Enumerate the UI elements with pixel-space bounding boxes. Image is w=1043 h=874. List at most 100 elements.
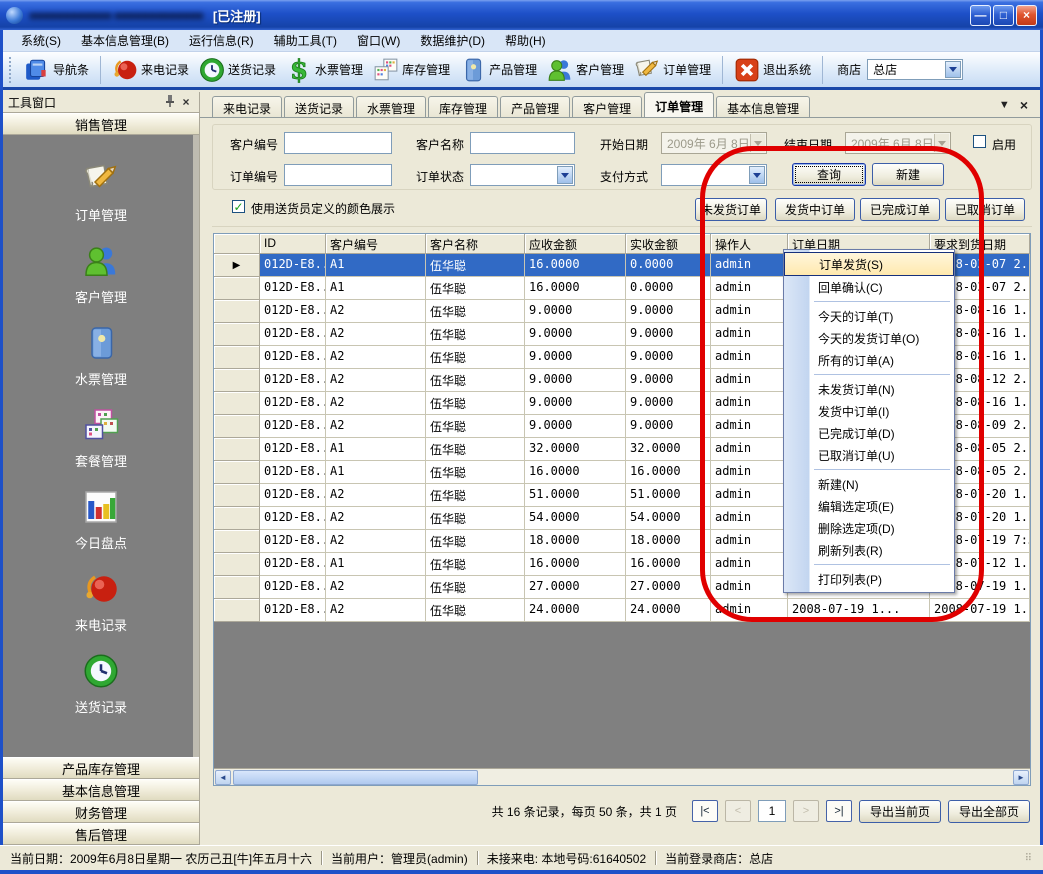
- row-selector[interactable]: [214, 461, 260, 484]
- end-date-picker[interactable]: 2009年 6月 8日: [845, 132, 951, 154]
- customer-name-input[interactable]: [470, 132, 575, 154]
- grid-column-header[interactable]: 实收金额: [626, 234, 711, 254]
- menubar-item[interactable]: 系统(S): [11, 29, 71, 52]
- resize-grip-icon[interactable]: ⠿: [1025, 853, 1033, 864]
- sidebar-item-combo[interactable]: 套餐管理: [75, 407, 127, 470]
- toolbar-button-inventory[interactable]: 库存管理: [368, 55, 455, 85]
- export-all-pages-button[interactable]: 导出全部页: [948, 800, 1030, 823]
- toolbar-button-exit[interactable]: 退出系统: [729, 55, 816, 85]
- row-selector-current[interactable]: ▶: [214, 254, 260, 277]
- context-menu-item[interactable]: 回单确认(C): [784, 276, 954, 298]
- grid-column-header[interactable]: 客户名称: [426, 234, 525, 254]
- start-date-picker[interactable]: 2009年 6月 8日: [661, 132, 767, 154]
- horizontal-scrollbar[interactable]: ◄ ►: [214, 768, 1030, 785]
- context-menu-item[interactable]: 未发货订单(N): [784, 378, 954, 400]
- menubar-item[interactable]: 辅助工具(T): [264, 29, 347, 52]
- row-selector[interactable]: [214, 369, 260, 392]
- scrollbar-thumb[interactable]: [233, 770, 478, 785]
- context-menu-item[interactable]: 今天的发货订单(O): [784, 327, 954, 349]
- minimize-button[interactable]: —: [970, 5, 991, 26]
- tab-3[interactable]: 水票管理: [356, 96, 426, 117]
- tab-2[interactable]: 送货记录: [284, 96, 354, 117]
- sidebar-item-orders[interactable]: 订单管理: [75, 161, 127, 224]
- context-menu-item[interactable]: 已取消订单(U): [784, 444, 954, 466]
- first-page-button[interactable]: |<: [692, 800, 718, 822]
- toolbar-button-product[interactable]: 产品管理: [455, 55, 542, 85]
- context-menu-item[interactable]: 删除选定项(D): [784, 517, 954, 539]
- toolbar-button-customers[interactable]: 客户管理: [542, 55, 629, 85]
- row-selector[interactable]: [214, 484, 260, 507]
- grid-column-header[interactable]: 客户编号: [326, 234, 426, 254]
- row-selector[interactable]: [214, 323, 260, 346]
- customer-no-input[interactable]: [284, 132, 392, 154]
- status-filter-button-2[interactable]: 发货中订单: [775, 198, 855, 221]
- row-selector[interactable]: [214, 576, 260, 599]
- toolbar-button-clock[interactable]: 送货记录: [194, 55, 281, 85]
- tab-1[interactable]: 来电记录: [212, 96, 282, 117]
- order-status-select[interactable]: [470, 164, 575, 186]
- query-button[interactable]: 查询: [792, 163, 866, 186]
- row-selector[interactable]: [214, 300, 260, 323]
- tab-8[interactable]: 基本信息管理: [716, 96, 810, 117]
- new-button[interactable]: 新建: [872, 163, 944, 186]
- context-menu-item[interactable]: 刷新列表(R): [784, 539, 954, 561]
- tab-dropdown-icon[interactable]: ▼: [999, 99, 1010, 111]
- row-selector[interactable]: [214, 599, 260, 622]
- pin-icon[interactable]: [162, 94, 178, 111]
- row-selector[interactable]: [214, 507, 260, 530]
- tab-close-icon[interactable]: ×: [1020, 97, 1028, 113]
- toolbar-button-bell[interactable]: 来电记录: [107, 55, 194, 85]
- sidebar-group-bar[interactable]: 售后管理: [3, 823, 199, 845]
- sidebar-item-product[interactable]: 水票管理: [75, 325, 127, 388]
- next-page-button[interactable]: >: [793, 800, 819, 822]
- row-selector[interactable]: [214, 392, 260, 415]
- tab-5[interactable]: 产品管理: [500, 96, 570, 117]
- grid-column-header[interactable]: 操作人: [711, 234, 788, 254]
- sidebar-group-bar[interactable]: 财务管理: [3, 801, 199, 823]
- grid-column-header[interactable]: 应收金额: [525, 234, 626, 254]
- export-current-page-button[interactable]: 导出当前页: [859, 800, 941, 823]
- grid-column-header[interactable]: ID: [260, 234, 326, 254]
- menubar-item[interactable]: 基本信息管理(B): [71, 29, 179, 52]
- chevron-down-icon[interactable]: [945, 61, 961, 78]
- sidebar-item-chart[interactable]: 今日盘点: [75, 489, 127, 552]
- row-selector[interactable]: [214, 530, 260, 553]
- payment-select[interactable]: [661, 164, 767, 186]
- toolbar-button-navbar[interactable]: 导航条: [19, 55, 94, 85]
- toolbar-button-orders[interactable]: 订单管理: [629, 55, 716, 85]
- status-filter-button-1[interactable]: 未发货订单: [695, 198, 767, 221]
- page-number-input[interactable]: [758, 800, 786, 822]
- sidebar-group-sales[interactable]: 销售管理: [3, 113, 199, 135]
- scroll-right-icon[interactable]: ►: [1013, 770, 1029, 785]
- row-selector[interactable]: [214, 277, 260, 300]
- menubar-item[interactable]: 窗口(W): [347, 29, 410, 52]
- sidebar-close-icon[interactable]: ×: [178, 95, 194, 109]
- tab-6[interactable]: 客户管理: [572, 96, 642, 117]
- toolbar-button-dollar[interactable]: $水票管理: [281, 55, 368, 85]
- enable-checkbox[interactable]: [973, 135, 986, 148]
- maximize-button[interactable]: □: [993, 5, 1014, 26]
- row-selector[interactable]: [214, 415, 260, 438]
- sidebar-group-bar[interactable]: 基本信息管理: [3, 779, 199, 801]
- tab-7[interactable]: 订单管理: [644, 92, 714, 117]
- sidebar-item-customers[interactable]: 客户管理: [75, 243, 127, 306]
- context-menu-item[interactable]: 今天的订单(T): [784, 305, 954, 327]
- prev-page-button[interactable]: <: [725, 800, 751, 822]
- table-row[interactable]: 012D-E8...A2伍华聪24.000024.0000admin2008-0…: [214, 599, 1030, 622]
- scroll-left-icon[interactable]: ◄: [215, 770, 231, 785]
- last-page-button[interactable]: >|: [826, 800, 852, 822]
- tab-4[interactable]: 库存管理: [428, 96, 498, 117]
- menubar-item[interactable]: 数据维护(D): [410, 29, 495, 52]
- row-selector[interactable]: [214, 346, 260, 369]
- context-menu-item[interactable]: 已完成订单(D): [784, 422, 954, 444]
- row-selector[interactable]: [214, 553, 260, 576]
- menubar-item[interactable]: 运行信息(R): [179, 29, 264, 52]
- status-filter-button-4[interactable]: 已取消订单: [945, 198, 1025, 221]
- context-menu-item[interactable]: 发货中订单(I): [784, 400, 954, 422]
- context-menu-item[interactable]: 新建(N): [784, 473, 954, 495]
- context-menu-item[interactable]: 编辑选定项(E): [784, 495, 954, 517]
- context-menu-item[interactable]: 打印列表(P): [784, 568, 954, 590]
- sidebar-group-bar[interactable]: 产品库存管理: [3, 757, 199, 779]
- sidebar-scrollbar[interactable]: [193, 135, 199, 757]
- row-selector[interactable]: [214, 438, 260, 461]
